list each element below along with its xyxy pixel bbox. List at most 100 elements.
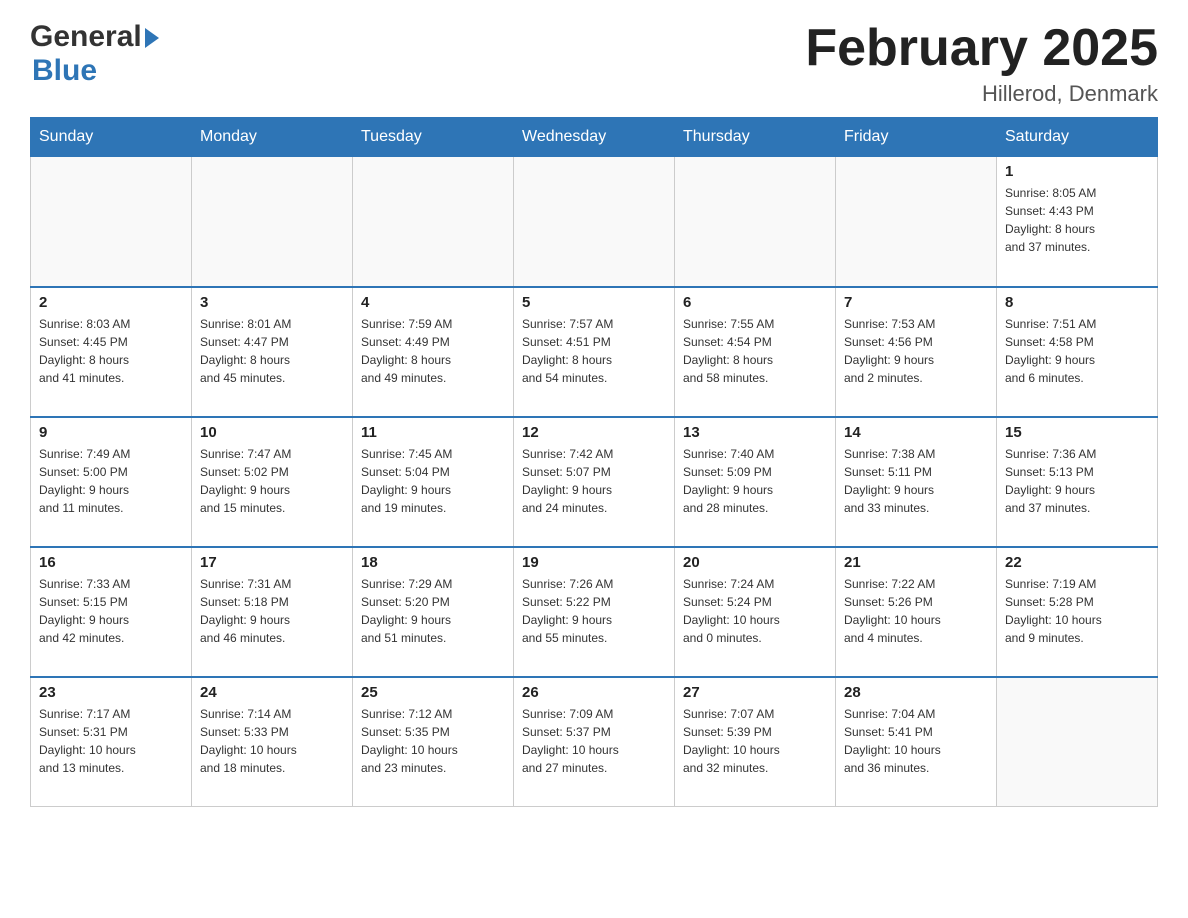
calendar-cell: 14 Sunrise: 7:38 AM Sunset: 5:11 PM Dayli… bbox=[836, 417, 997, 547]
weekday-header-saturday: Saturday bbox=[997, 118, 1158, 157]
day-number: 9 bbox=[39, 424, 183, 441]
calendar-cell: 1 Sunrise: 8:05 AM Sunset: 4:43 PM Daylig… bbox=[997, 157, 1158, 287]
day-info: Sunrise: 7:04 AM Sunset: 5:41 PM Dayligh… bbox=[844, 705, 988, 777]
day-number: 2 bbox=[39, 294, 183, 311]
day-number: 17 bbox=[200, 554, 344, 571]
day-number: 7 bbox=[844, 294, 988, 311]
day-number: 26 bbox=[522, 684, 666, 701]
weekday-header-monday: Monday bbox=[192, 118, 353, 157]
day-info: Sunrise: 7:26 AM Sunset: 5:22 PM Dayligh… bbox=[522, 575, 666, 647]
day-info: Sunrise: 8:01 AM Sunset: 4:47 PM Dayligh… bbox=[200, 315, 344, 387]
page-header: General Blue February 2025 Hillerod, Den… bbox=[30, 20, 1158, 107]
day-info: Sunrise: 7:29 AM Sunset: 5:20 PM Dayligh… bbox=[361, 575, 505, 647]
day-number: 23 bbox=[39, 684, 183, 701]
calendar-cell: 18 Sunrise: 7:29 AM Sunset: 5:20 PM Dayli… bbox=[353, 547, 514, 677]
day-number: 18 bbox=[361, 554, 505, 571]
day-info: Sunrise: 7:19 AM Sunset: 5:28 PM Dayligh… bbox=[1005, 575, 1149, 647]
month-year-title: February 2025 bbox=[805, 20, 1158, 77]
day-info: Sunrise: 7:38 AM Sunset: 5:11 PM Dayligh… bbox=[844, 445, 988, 517]
day-number: 1 bbox=[1005, 163, 1149, 180]
day-number: 27 bbox=[683, 684, 827, 701]
day-number: 24 bbox=[200, 684, 344, 701]
calendar-week-4: 16Sunrise: 7:33 AM Sunset: 5:15 PM Dayli… bbox=[31, 547, 1158, 677]
day-number: 12 bbox=[522, 424, 666, 441]
day-number: 10 bbox=[200, 424, 344, 441]
calendar-cell: 10 Sunrise: 7:47 AM Sunset: 5:02 PM Dayli… bbox=[192, 417, 353, 547]
calendar-cell: 25 Sunrise: 7:12 AM Sunset: 5:35 PM Dayli… bbox=[353, 677, 514, 807]
calendar-cell: 3 Sunrise: 8:01 AM Sunset: 4:47 PM Daylig… bbox=[192, 287, 353, 417]
title-area: February 2025 Hillerod, Denmark bbox=[805, 20, 1158, 107]
calendar-week-1: 1 Sunrise: 8:05 AM Sunset: 4:43 PM Daylig… bbox=[31, 157, 1158, 287]
day-number: 8 bbox=[1005, 294, 1149, 311]
logo-blue-text: Blue bbox=[32, 54, 159, 88]
calendar-cell: 6Sunrise: 7:55 AM Sunset: 4:54 PM Daylig… bbox=[675, 287, 836, 417]
day-info: Sunrise: 7:59 AM Sunset: 4:49 PM Dayligh… bbox=[361, 315, 505, 387]
day-info: Sunrise: 7:09 AM Sunset: 5:37 PM Dayligh… bbox=[522, 705, 666, 777]
day-info: Sunrise: 7:12 AM Sunset: 5:35 PM Dayligh… bbox=[361, 705, 505, 777]
day-number: 4 bbox=[361, 294, 505, 311]
weekday-header-row: SundayMondayTuesdayWednesdayThursdayFrid… bbox=[31, 118, 1158, 157]
day-number: 28 bbox=[844, 684, 988, 701]
logo-general-text: General bbox=[30, 20, 142, 54]
day-info: Sunrise: 7:07 AM Sunset: 5:39 PM Dayligh… bbox=[683, 705, 827, 777]
calendar-cell: 8 Sunrise: 7:51 AM Sunset: 4:58 PM Daylig… bbox=[997, 287, 1158, 417]
day-info: Sunrise: 7:53 AM Sunset: 4:56 PM Dayligh… bbox=[844, 315, 988, 387]
weekday-header-thursday: Thursday bbox=[675, 118, 836, 157]
weekday-header-wednesday: Wednesday bbox=[514, 118, 675, 157]
day-info: Sunrise: 7:31 AM Sunset: 5:18 PM Dayligh… bbox=[200, 575, 344, 647]
weekday-header-friday: Friday bbox=[836, 118, 997, 157]
day-info: Sunrise: 7:51 AM Sunset: 4:58 PM Dayligh… bbox=[1005, 315, 1149, 387]
day-number: 19 bbox=[522, 554, 666, 571]
day-number: 11 bbox=[361, 424, 505, 441]
day-info: Sunrise: 7:22 AM Sunset: 5:26 PM Dayligh… bbox=[844, 575, 988, 647]
day-number: 16 bbox=[39, 554, 183, 571]
calendar-cell bbox=[192, 157, 353, 287]
calendar-cell: 13 Sunrise: 7:40 AM Sunset: 5:09 PM Dayli… bbox=[675, 417, 836, 547]
logo: General Blue bbox=[30, 20, 159, 88]
day-number: 15 bbox=[1005, 424, 1149, 441]
calendar-cell: 21Sunrise: 7:22 AM Sunset: 5:26 PM Dayli… bbox=[836, 547, 997, 677]
calendar-cell: 24 Sunrise: 7:14 AM Sunset: 5:33 PM Dayli… bbox=[192, 677, 353, 807]
calendar-table: SundayMondayTuesdayWednesdayThursdayFrid… bbox=[30, 117, 1158, 807]
day-info: Sunrise: 7:14 AM Sunset: 5:33 PM Dayligh… bbox=[200, 705, 344, 777]
day-info: Sunrise: 7:57 AM Sunset: 4:51 PM Dayligh… bbox=[522, 315, 666, 387]
day-info: Sunrise: 7:36 AM Sunset: 5:13 PM Dayligh… bbox=[1005, 445, 1149, 517]
calendar-cell: 20 Sunrise: 7:24 AM Sunset: 5:24 PM Dayli… bbox=[675, 547, 836, 677]
calendar-cell bbox=[514, 157, 675, 287]
calendar-cell: 23 Sunrise: 7:17 AM Sunset: 5:31 PM Dayli… bbox=[31, 677, 192, 807]
weekday-header-tuesday: Tuesday bbox=[353, 118, 514, 157]
day-number: 3 bbox=[200, 294, 344, 311]
day-info: Sunrise: 7:55 AM Sunset: 4:54 PM Dayligh… bbox=[683, 315, 827, 387]
calendar-cell: 9Sunrise: 7:49 AM Sunset: 5:00 PM Daylig… bbox=[31, 417, 192, 547]
calendar-cell: 22 Sunrise: 7:19 AM Sunset: 5:28 PM Dayli… bbox=[997, 547, 1158, 677]
calendar-week-5: 23 Sunrise: 7:17 AM Sunset: 5:31 PM Dayli… bbox=[31, 677, 1158, 807]
day-number: 25 bbox=[361, 684, 505, 701]
calendar-cell: 2Sunrise: 8:03 AM Sunset: 4:45 PM Daylig… bbox=[31, 287, 192, 417]
calendar-cell: 27 Sunrise: 7:07 AM Sunset: 5:39 PM Dayli… bbox=[675, 677, 836, 807]
day-number: 20 bbox=[683, 554, 827, 571]
day-number: 14 bbox=[844, 424, 988, 441]
day-info: Sunrise: 8:05 AM Sunset: 4:43 PM Dayligh… bbox=[1005, 184, 1149, 256]
calendar-cell: 26 Sunrise: 7:09 AM Sunset: 5:37 PM Dayli… bbox=[514, 677, 675, 807]
day-info: Sunrise: 7:17 AM Sunset: 5:31 PM Dayligh… bbox=[39, 705, 183, 777]
calendar-week-3: 9Sunrise: 7:49 AM Sunset: 5:00 PM Daylig… bbox=[31, 417, 1158, 547]
day-number: 22 bbox=[1005, 554, 1149, 571]
day-info: Sunrise: 7:24 AM Sunset: 5:24 PM Dayligh… bbox=[683, 575, 827, 647]
day-number: 13 bbox=[683, 424, 827, 441]
day-info: Sunrise: 7:45 AM Sunset: 5:04 PM Dayligh… bbox=[361, 445, 505, 517]
calendar-cell bbox=[353, 157, 514, 287]
day-info: Sunrise: 7:40 AM Sunset: 5:09 PM Dayligh… bbox=[683, 445, 827, 517]
calendar-cell: 28 Sunrise: 7:04 AM Sunset: 5:41 PM Dayli… bbox=[836, 677, 997, 807]
calendar-cell: 17 Sunrise: 7:31 AM Sunset: 5:18 PM Dayli… bbox=[192, 547, 353, 677]
calendar-cell: 7 Sunrise: 7:53 AM Sunset: 4:56 PM Daylig… bbox=[836, 287, 997, 417]
day-info: Sunrise: 7:47 AM Sunset: 5:02 PM Dayligh… bbox=[200, 445, 344, 517]
calendar-cell bbox=[836, 157, 997, 287]
calendar-cell bbox=[675, 157, 836, 287]
weekday-header-sunday: Sunday bbox=[31, 118, 192, 157]
location-text: Hillerod, Denmark bbox=[805, 81, 1158, 107]
calendar-cell bbox=[997, 677, 1158, 807]
logo-arrow-icon bbox=[145, 28, 159, 48]
day-info: Sunrise: 7:42 AM Sunset: 5:07 PM Dayligh… bbox=[522, 445, 666, 517]
calendar-cell: 12 Sunrise: 7:42 AM Sunset: 5:07 PM Dayli… bbox=[514, 417, 675, 547]
calendar-cell: 5Sunrise: 7:57 AM Sunset: 4:51 PM Daylig… bbox=[514, 287, 675, 417]
